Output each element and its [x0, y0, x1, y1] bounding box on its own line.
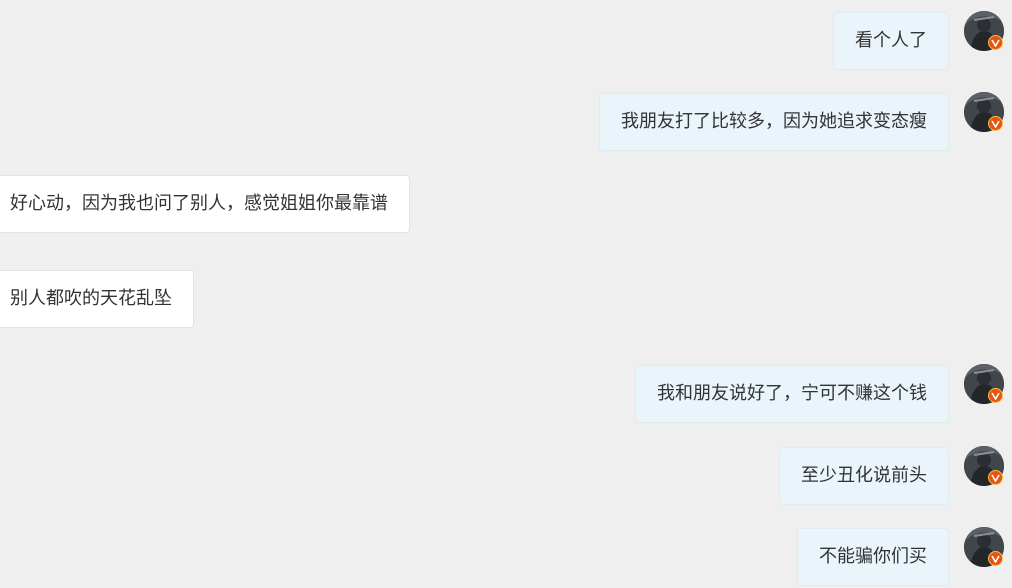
message-bubble-outgoing[interactable]: 我和朋友说好了，宁可不赚这个钱: [635, 365, 949, 423]
message-bubble-outgoing[interactable]: 我朋友打了比较多，因为她追求变态瘦: [599, 93, 949, 151]
message-bubble-incoming[interactable]: 好心动，因为我也问了别人，感觉姐姐你最靠谱: [0, 175, 410, 233]
chat-message-outgoing: 看个人了: [833, 12, 949, 70]
verified-v-icon: [988, 35, 1003, 50]
chat-message-incoming: 别人都吹的天花乱坠: [0, 270, 194, 328]
chat-message-outgoing: 不能骗你们买: [797, 528, 949, 586]
verified-v-icon: [988, 551, 1003, 566]
message-text: 好心动，因为我也问了别人，感觉姐姐你最靠谱: [10, 193, 388, 214]
message-text: 我朋友打了比较多，因为她追求变态瘦: [621, 111, 927, 132]
message-bubble-outgoing[interactable]: 看个人了: [833, 12, 949, 70]
message-text: 不能骗你们买: [819, 546, 927, 567]
message-bubble-outgoing[interactable]: 不能骗你们买: [797, 528, 949, 586]
message-text: 看个人了: [855, 30, 927, 51]
message-text: 我和朋友说好了，宁可不赚这个钱: [657, 383, 927, 404]
verified-v-icon: [988, 116, 1003, 131]
chat-message-outgoing: 我和朋友说好了，宁可不赚这个钱: [635, 365, 949, 423]
chat-message-outgoing: 至少丑化说前头: [779, 447, 949, 505]
message-bubble-incoming[interactable]: 别人都吹的天花乱坠: [0, 270, 194, 328]
message-text: 别人都吹的天花乱坠: [10, 288, 172, 309]
verified-v-icon: [988, 388, 1003, 403]
chat-message-outgoing: 我朋友打了比较多，因为她追求变态瘦: [599, 93, 949, 151]
message-bubble-outgoing[interactable]: 至少丑化说前头: [779, 447, 949, 505]
message-text: 至少丑化说前头: [801, 465, 927, 486]
chat-message-incoming: 好心动，因为我也问了别人，感觉姐姐你最靠谱: [0, 175, 410, 233]
chat-message-list: 看个人了 我朋友打了比较多，因为她追求变态瘦 好心动，因为我也问了别人，感觉姐姐…: [0, 0, 1012, 588]
verified-v-icon: [988, 470, 1003, 485]
